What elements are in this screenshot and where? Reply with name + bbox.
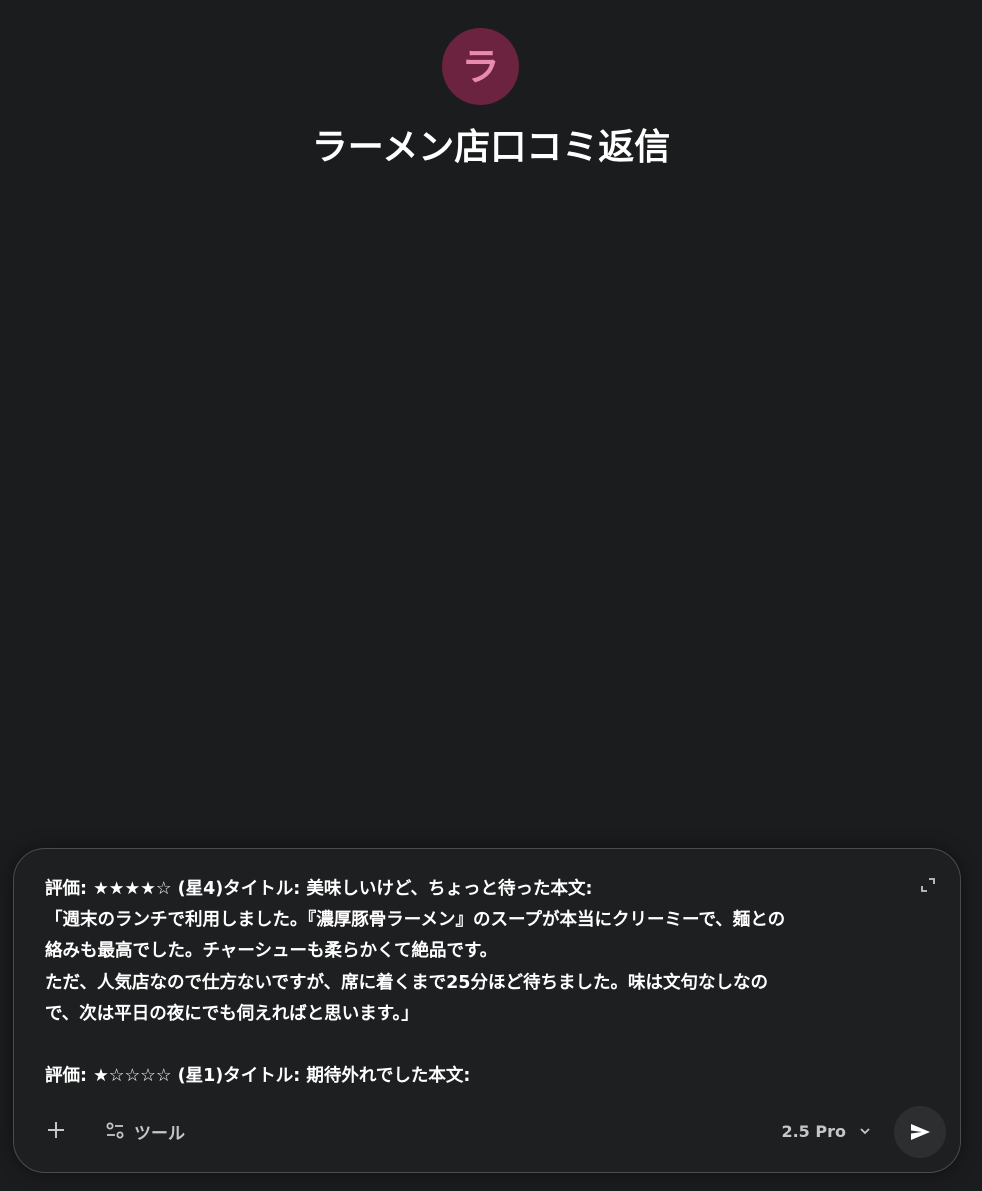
prompt-line: 「週末のランチで利用しました。『濃厚豚骨ラーメン』のスープが本当にクリーミーで、… (45, 910, 786, 931)
chevron-down-icon (860, 1128, 870, 1135)
send-button[interactable] (894, 1106, 946, 1158)
send-icon (911, 1124, 930, 1140)
prompt-line (45, 1030, 905, 1061)
model-selector[interactable]: 2.5 Pro (781, 1111, 872, 1151)
prompt-composer: 評価: ★★★★☆ (星4)タイトル: 美味しいけど、ちょっと待った本文: 「週… (13, 848, 961, 1173)
model-label: 2.5 Pro (781, 1121, 846, 1141)
expand-button[interactable] (918, 875, 938, 895)
tune-icon (106, 1122, 124, 1139)
prompt-line: ただ、人気店なので仕方ないですが、席に着くまで25分ほど待ちました。味は文句なし… (45, 972, 768, 993)
prompt-line: 絡みも最高でした。チャーシューも柔らかくて絶品です。 (45, 941, 498, 962)
page-title: ラーメン店口コミ返信 (311, 127, 671, 168)
prompt-line: で、次は平日の夜にでも伺えればと思います。」 (45, 1003, 419, 1024)
app-page: ラ ラーメン店口コミ返信 評価: ★★★★☆ (星4)タイトル: 美味しいけど、… (0, 0, 982, 1191)
gem-avatar: ラ (442, 28, 519, 105)
prompt-line: 評価: ★☆☆☆☆ (星1)タイトル: 期待外れでした本文: (45, 1066, 471, 1087)
add-button[interactable] (36, 1110, 76, 1150)
tools-button[interactable]: ツール (98, 1111, 191, 1151)
prompt-line: 評価: ★★★★☆ (星4)タイトル: 美味しいけど、ちょっと待った本文: (45, 879, 593, 899)
composer-toolbar: ツール 2.5 Pro (14, 1104, 960, 1158)
plus-icon (48, 1122, 64, 1138)
prompt-input[interactable]: 評価: ★★★★☆ (星4)タイトル: 美味しいけど、ちょっと待った本文: 「週… (45, 874, 905, 1089)
tools-label: ツール (134, 1123, 185, 1144)
avatar-letter: ラ (461, 44, 500, 89)
expand-icon (921, 878, 935, 892)
